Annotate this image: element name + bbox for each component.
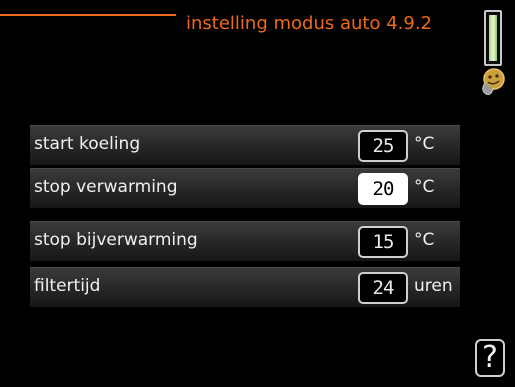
setting-label: start koeling (34, 134, 141, 154)
setting-row-stop-verwarming[interactable]: stop verwarming 20 °C (30, 168, 460, 208)
setting-label: stop verwarming (34, 177, 178, 197)
setting-unit: °C (414, 177, 435, 197)
help-button[interactable]: ? (475, 339, 505, 377)
setting-value-field[interactable]: 25 (358, 130, 408, 162)
setting-value-field[interactable]: 24 (358, 272, 408, 304)
setting-row-filtertijd[interactable]: filtertijd 24 uren (30, 267, 460, 307)
setting-row-start-koeling[interactable]: start koeling 25 °C (30, 125, 460, 165)
scroll-thumb[interactable] (489, 15, 497, 61)
help-icon: ? (482, 340, 498, 375)
setting-unit: °C (414, 134, 435, 154)
page-title: instelling modus auto 4.9.2 (186, 13, 432, 34)
setting-unit: uren (414, 276, 453, 296)
setting-unit: °C (414, 230, 435, 250)
scroll-indicator-icon[interactable] (484, 10, 502, 66)
setting-value-field[interactable]: 20 (358, 173, 408, 205)
setting-value-field[interactable]: 15 (358, 226, 408, 258)
title-line (0, 14, 176, 16)
setting-row-stop-bijverwarming[interactable]: stop bijverwarming 15 °C (30, 221, 460, 261)
setting-label: stop bijverwarming (34, 230, 198, 250)
setting-label: filtertijd (34, 276, 101, 296)
mascot-icon (482, 68, 505, 95)
